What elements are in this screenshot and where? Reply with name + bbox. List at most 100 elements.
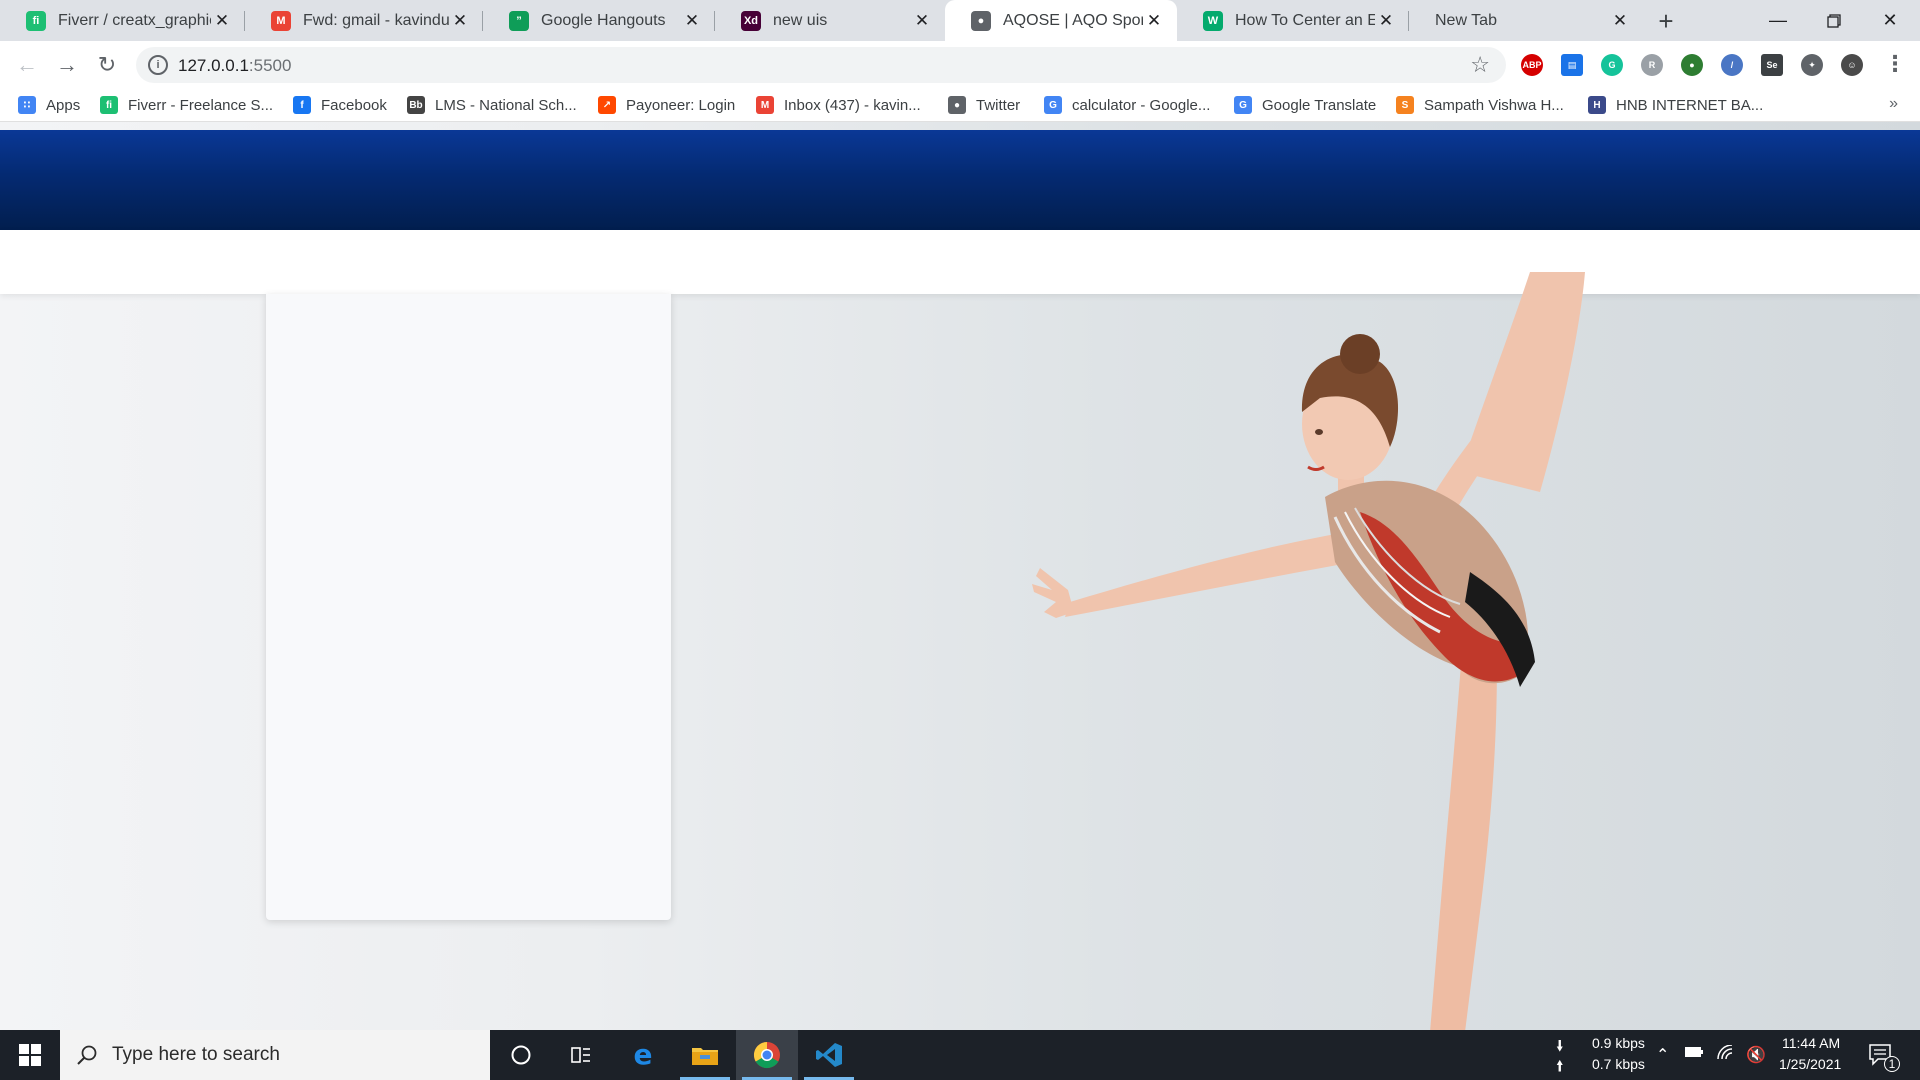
- close-tab-icon[interactable]: ✕: [211, 10, 233, 32]
- bookmark-item[interactable]: fi Fiverr - Freelance S...: [100, 94, 273, 116]
- back-button[interactable]: ←: [10, 48, 44, 82]
- blackboard-icon: Bb: [407, 96, 425, 114]
- browser-tab[interactable]: M Fwd: gmail - kavinduth ✕: [245, 0, 483, 41]
- earth-icon[interactable]: ●: [1681, 54, 1703, 76]
- tab-label: How To Center an Elem: [1235, 11, 1375, 29]
- tab-label: Google Hangouts: [541, 11, 666, 29]
- gmail-icon: M: [756, 96, 774, 114]
- close-tab-icon[interactable]: ✕: [911, 10, 933, 32]
- chrome-button[interactable]: [736, 1030, 798, 1080]
- chrome-icon: [753, 1041, 780, 1069]
- taskbar-search-box[interactable]: Type here to search: [60, 1030, 490, 1080]
- bookmark-item[interactable]: G Google Translate: [1234, 94, 1376, 116]
- bookmark-label: Fiverr - Freelance S...: [128, 96, 274, 114]
- browser-tab[interactable]: ” Google Hangouts ✕: [483, 0, 715, 41]
- bookmark-item[interactable]: H HNB INTERNET BA...: [1588, 94, 1763, 116]
- browser-tab[interactable]: W How To Center an Elem✕: [1177, 0, 1409, 41]
- fiverr-icon: fi: [100, 96, 118, 114]
- browser-menu-icon[interactable]: ⋮: [1884, 51, 1906, 77]
- facebook-icon: f: [293, 96, 311, 114]
- gymnast-hero-image: [1032, 272, 1585, 1030]
- google-icon: G: [1044, 96, 1062, 114]
- start-button[interactable]: [0, 1030, 60, 1080]
- clock-date[interactable]: 1/25/2021: [1779, 1056, 1841, 1072]
- gmail-icon: M: [271, 10, 291, 31]
- maximize-button[interactable]: [1806, 0, 1862, 41]
- minimize-button[interactable]: —: [1750, 0, 1806, 41]
- browser-tab[interactable]: New Tab ✕: [1409, 0, 1643, 41]
- windows-logo-icon: [19, 1044, 41, 1066]
- bookmark-label: Payoneer: Login: [626, 96, 736, 114]
- apps-grid-icon: ∷: [18, 96, 36, 114]
- net-down-speed: 0.9 kbps: [1592, 1035, 1645, 1051]
- site-info-icon[interactable]: i: [148, 55, 168, 75]
- bookmark-item[interactable]: Gcalculator - Google...: [1044, 94, 1210, 116]
- header-banner: [0, 130, 1920, 230]
- bookmark-item[interactable]: Bb LMS - National Sch...: [407, 94, 577, 116]
- bookmark-label: Twitter: [976, 96, 1021, 114]
- bookmark-star-icon[interactable]: ☆: [1470, 52, 1490, 78]
- tab-label: new uis: [773, 11, 828, 29]
- browser-toolbar: ← → ↻ i 127.0.0.1:5500 ☆ ABP ▤ G R ● / Se ✦ ☺ ⋮: [0, 41, 1920, 88]
- bookmark-label: calculator - Google...: [1072, 96, 1211, 114]
- browser-tab[interactable]: Xd new uis ✕: [715, 0, 945, 41]
- battery-icon[interactable]: [1684, 1045, 1704, 1064]
- browser-tab[interactable]: ● AQOSE | AQO Sports &✕: [945, 0, 1177, 41]
- address-bar[interactable]: i 127.0.0.1:5500 ☆: [136, 47, 1506, 83]
- vscode-button[interactable]: [798, 1030, 860, 1080]
- browser-tab[interactable]: fi Fiverr / creatx_graphic ✕: [0, 0, 245, 41]
- close-tab-icon[interactable]: ✕: [449, 10, 471, 32]
- bookmarks-bar: ∷ Apps fi Fiverr - Freelance S... f Facebook B…: [0, 88, 1920, 122]
- url-port: :5500: [248, 56, 292, 75]
- tab-label: Fiverr / creatx_graphic: [58, 11, 211, 29]
- sampath-icon: S: [1396, 96, 1414, 114]
- close-tab-icon[interactable]: ✕: [681, 10, 703, 32]
- file-explorer-button[interactable]: [674, 1030, 736, 1080]
- profile-avatar-icon[interactable]: ☺: [1841, 54, 1863, 76]
- bookmark-item[interactable]: M Inbox (437) - kavin...: [756, 94, 921, 116]
- w3schools-icon: W: [1203, 10, 1223, 31]
- grammarly-icon[interactable]: G: [1601, 54, 1623, 76]
- globe-icon: ●: [971, 10, 991, 31]
- extension-gray-icon[interactable]: R: [1641, 54, 1663, 76]
- tab-label: New Tab: [1435, 11, 1497, 29]
- bookmark-item[interactable]: f Facebook: [293, 94, 387, 116]
- forward-button[interactable]: →: [50, 48, 84, 82]
- adblock-plus-icon[interactable]: ABP: [1521, 54, 1543, 76]
- tab-manager-icon[interactable]: ▤: [1561, 54, 1583, 76]
- bookmark-item[interactable]: ↗ Payoneer: Login: [598, 94, 735, 116]
- show-hidden-icons-icon[interactable]: ⌃: [1656, 1045, 1669, 1065]
- close-tab-icon[interactable]: ✕: [1375, 10, 1397, 32]
- edge-button[interactable]: e: [612, 1030, 674, 1080]
- wifi-icon[interactable]: [1716, 1044, 1736, 1066]
- restore-icon: [1827, 13, 1841, 28]
- bookmark-item[interactable]: ∷ Apps: [18, 94, 80, 116]
- cortana-button[interactable]: [490, 1030, 552, 1080]
- payoneer-icon: ↗: [598, 96, 616, 114]
- selenium-icon[interactable]: Se: [1761, 54, 1783, 76]
- bookmark-item[interactable]: S Sampath Vishwa H...: [1396, 94, 1564, 116]
- bookmark-item[interactable]: ● Twitter: [948, 94, 1020, 116]
- search-icon: [77, 1045, 97, 1065]
- close-tab-icon[interactable]: ✕: [1143, 10, 1165, 32]
- more-bookmarks-icon[interactable]: »: [1889, 95, 1898, 113]
- cortana-icon: [511, 1045, 531, 1065]
- task-view-button[interactable]: [550, 1030, 612, 1080]
- puzzle-icon[interactable]: ✦: [1801, 54, 1823, 76]
- url-text[interactable]: 127.0.0.1:5500: [178, 56, 291, 76]
- volume-muted-icon[interactable]: 🔇: [1746, 1045, 1766, 1065]
- new-tab-button[interactable]: +: [1652, 6, 1680, 36]
- bookmark-label: Sampath Vishwa H...: [1424, 96, 1564, 114]
- reload-button[interactable]: ↻: [90, 48, 124, 82]
- close-tab-icon[interactable]: ✕: [1609, 10, 1631, 32]
- vscode-icon: [816, 1043, 842, 1067]
- bookmark-label: LMS - National Sch...: [435, 96, 577, 114]
- clock-time[interactable]: 11:44 AM: [1782, 1035, 1840, 1051]
- url-host: 127.0.0.1: [178, 56, 249, 75]
- net-up-speed: 0.7 kbps: [1592, 1056, 1645, 1072]
- google-translate-icon: G: [1234, 96, 1252, 114]
- feather-icon[interactable]: /: [1721, 54, 1743, 76]
- notification-count-badge: 1: [1884, 1056, 1900, 1072]
- tab-label: Fwd: gmail - kavinduth: [303, 11, 449, 29]
- close-window-button[interactable]: ✕: [1862, 0, 1918, 41]
